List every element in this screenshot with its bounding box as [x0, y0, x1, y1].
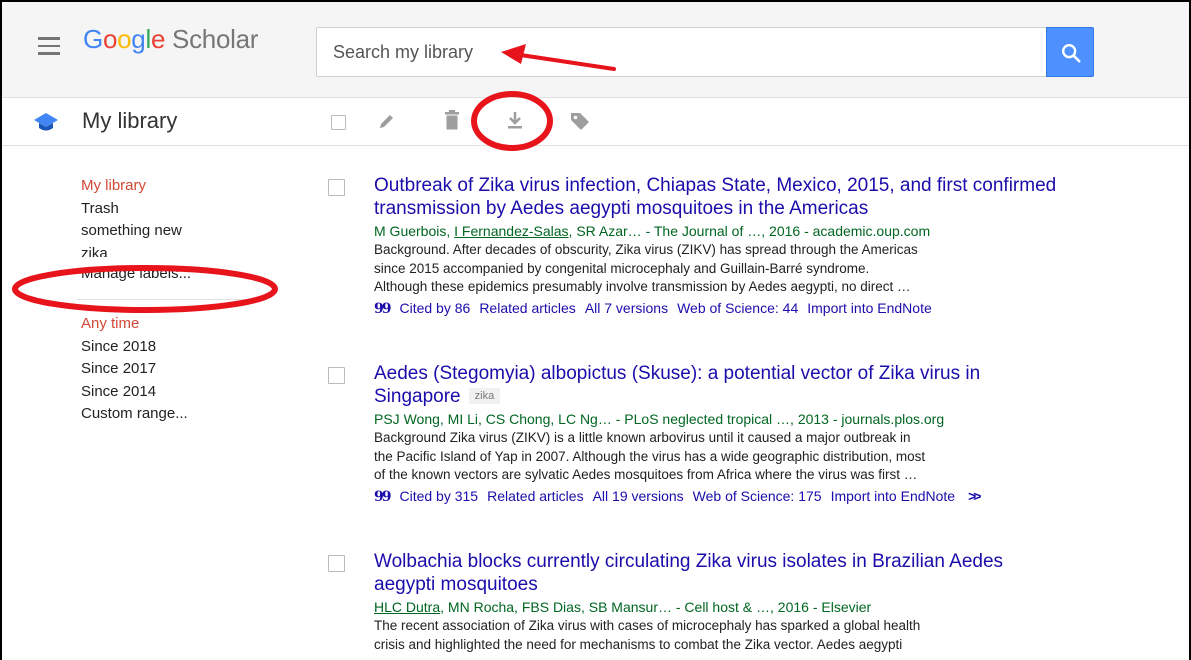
sidebar: My library Trash something new zika Mana… — [77, 175, 281, 426]
author-link[interactable]: I Fernandez-Salas — [454, 223, 568, 239]
result-links: 99 Cited by 86 Related articles All 7 versi… — [374, 297, 1178, 320]
result-title[interactable]: Outbreak of Zika virus infection, Chiapa… — [374, 174, 1178, 220]
time-filter-any-time[interactable]: Any time — [81, 313, 281, 336]
time-filter-since-2018[interactable]: Since 2018 — [81, 336, 281, 359]
result-snippet: The recent association of Zika virus wit… — [374, 618, 921, 652]
label-tag-icon[interactable] — [569, 111, 591, 131]
result-authors: PSJ Wong, MI Li, CS Chong, LC Ng… - PLoS… — [374, 411, 945, 427]
result-snippet: Background. After decades of obscurity, … — [374, 242, 918, 294]
all-versions-link[interactable]: All 19 versions — [593, 488, 684, 504]
edit-icon[interactable] — [377, 111, 397, 131]
select-all-checkbox[interactable] — [331, 115, 346, 130]
search-input[interactable] — [316, 27, 1046, 77]
web-of-science-link[interactable]: Web of Science: 44 — [677, 300, 798, 316]
google-scholar-logo[interactable]: Google Scholar — [83, 24, 258, 55]
results-list: Outbreak of Zika virus infection, Chiapa… — [328, 174, 1178, 654]
related-articles-link[interactable]: Related articles — [487, 488, 584, 504]
cited-by-link[interactable]: Cited by 315 — [399, 488, 478, 504]
author-link[interactable]: HLC Dutra — [374, 599, 440, 615]
web-of-science-link[interactable]: Web of Science: 175 — [693, 488, 822, 504]
result-item: Aedes (Stegomyia) albopictus (Skuse): a … — [328, 362, 1178, 550]
sidebar-item-zika[interactable]: zika — [81, 243, 281, 257]
app-window: Google Scholar My library My library Tra… — [0, 0, 1191, 660]
time-filter-since-2017[interactable]: Since 2017 — [81, 358, 281, 381]
import-endnote-link[interactable]: Import into EndNote — [807, 300, 932, 316]
result-authors: HLC Dutra, MN Rocha, FBS Dias, SB Mansur… — [374, 599, 872, 615]
result-links: 99 Cited by 315 Related articles All 19 ver… — [374, 485, 1178, 508]
hamburger-menu-icon[interactable] — [38, 37, 60, 55]
cite-quote-icon[interactable]: 99 — [374, 301, 392, 317]
search-button[interactable] — [1046, 27, 1094, 77]
result-item: Wolbachia blocks currently circulating Z… — [328, 550, 1178, 654]
page-title: My library — [82, 108, 178, 133]
time-filter-since-2014[interactable]: Since 2014 — [81, 381, 281, 404]
time-filter-custom-range[interactable]: Custom range... — [81, 403, 281, 426]
result-checkbox[interactable] — [328, 555, 345, 572]
sidebar-item-trash[interactable]: Trash — [81, 198, 281, 221]
sidebar-item-manage-labels[interactable]: Manage labels... — [81, 263, 281, 286]
result-title[interactable]: Wolbachia blocks currently circulating Z… — [374, 550, 1178, 596]
label-badge[interactable]: zika — [468, 388, 501, 404]
more-options-icon[interactable]: >> — [968, 488, 981, 504]
library-toolbar: My library — [2, 98, 1189, 146]
result-item: Outbreak of Zika virus infection, Chiapa… — [328, 174, 1178, 362]
cited-by-link[interactable]: Cited by 86 — [399, 300, 470, 316]
result-authors: M Guerbois, I Fernandez-Salas, SR Azar… … — [374, 223, 931, 239]
related-articles-link[interactable]: Related articles — [479, 300, 576, 316]
download-icon[interactable] — [505, 110, 525, 132]
graduation-cap-icon — [34, 113, 58, 131]
trash-icon[interactable] — [443, 109, 461, 131]
all-versions-link[interactable]: All 7 versions — [585, 300, 668, 316]
header-bar: Google Scholar — [2, 2, 1189, 98]
sidebar-item-my-library[interactable]: My library — [81, 175, 281, 198]
sidebar-divider — [77, 299, 251, 300]
result-checkbox[interactable] — [328, 179, 345, 196]
result-checkbox[interactable] — [328, 367, 345, 384]
result-title[interactable]: Aedes (Stegomyia) albopictus (Skuse): a … — [374, 362, 1178, 408]
import-endnote-link[interactable]: Import into EndNote — [831, 488, 956, 504]
sidebar-item-something-new[interactable]: something new — [81, 220, 281, 243]
search-icon — [1062, 44, 1081, 63]
search-bar — [316, 27, 1094, 77]
cite-quote-icon[interactable]: 99 — [374, 489, 392, 505]
result-snippet: Background Zika virus (ZIKV) is a little… — [374, 430, 926, 482]
